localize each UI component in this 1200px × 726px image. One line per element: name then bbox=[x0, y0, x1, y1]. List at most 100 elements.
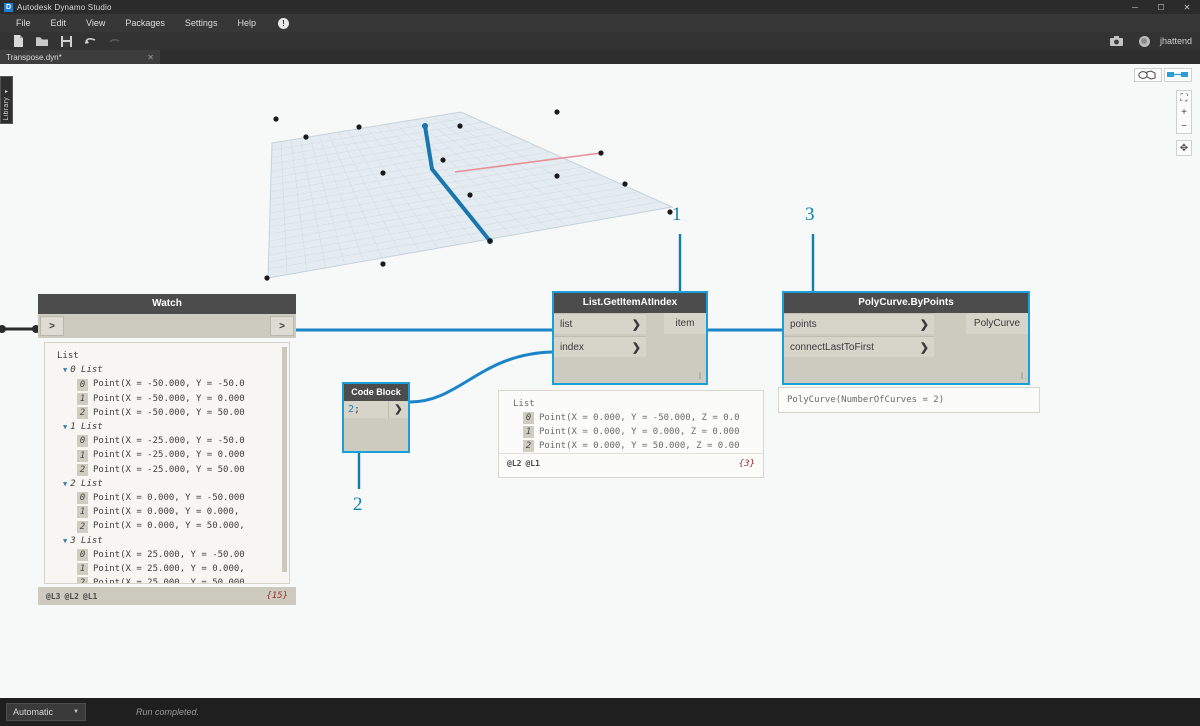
watch-group[interactable]: ▼ 0 List bbox=[53, 363, 285, 377]
preview-polycurve-text: PolyCurve(NumberOfCurves = 2) bbox=[787, 395, 945, 405]
watch-level-l2[interactable]: @L2 bbox=[64, 592, 78, 601]
pan-button[interactable]: ✥ bbox=[1176, 140, 1192, 156]
watch-group[interactable]: ▼ 2 List bbox=[53, 477, 285, 491]
zoom-fit-button[interactable]: ⛶ bbox=[1177, 91, 1191, 105]
watch-group[interactable]: ▼ 3 List bbox=[53, 534, 285, 548]
caret-down-icon[interactable]: ▼ bbox=[63, 363, 67, 377]
new-file-icon[interactable] bbox=[6, 32, 30, 50]
watch-input-port[interactable]: > bbox=[40, 316, 64, 336]
node-code-block[interactable]: Code Block 2; ❯ bbox=[342, 382, 410, 453]
menu-help[interactable]: Help bbox=[227, 14, 266, 32]
watch-list-item: 0 Point(X = -25.000, Y = -50.0 bbox=[53, 434, 285, 448]
orbit-3d-icon[interactable] bbox=[1134, 68, 1162, 82]
port-in-index[interactable]: index ❯ bbox=[554, 336, 646, 357]
zoom-out-button[interactable]: − bbox=[1177, 119, 1191, 133]
preview-level-l1[interactable]: @L1 bbox=[525, 459, 539, 468]
watch-group-label: 3 List bbox=[70, 535, 103, 546]
annotation-3: 3 bbox=[805, 204, 815, 225]
watch-item-index: 0 bbox=[77, 435, 88, 448]
node-getitem-tick: l bbox=[699, 371, 701, 381]
open-folder-icon[interactable] bbox=[30, 32, 54, 50]
watch-scrollbar[interactable] bbox=[282, 347, 287, 572]
node-watch-title: Watch bbox=[38, 294, 296, 314]
caret-down-icon[interactable]: ▼ bbox=[63, 534, 67, 548]
info-icon[interactable]: ! bbox=[277, 17, 289, 29]
graph-view-icon[interactable] bbox=[1164, 68, 1192, 82]
preview-list-bubble[interactable]: List 0 Point(X = 0.000, Y = -50.000, Z = 0… bbox=[498, 390, 764, 478]
port-in-connectlasttofirst[interactable]: connectLastToFirst ❯ bbox=[784, 336, 934, 357]
menu-edit[interactable]: Edit bbox=[41, 14, 77, 32]
watch-item-index: 1 bbox=[77, 563, 88, 576]
chevron-right-icon: ❯ bbox=[919, 318, 929, 331]
undo-icon[interactable] bbox=[78, 32, 102, 50]
port-out-polycurve[interactable]: PolyCurve bbox=[966, 313, 1028, 334]
preview-item-text: Point(X = 0.000, Y = 0.000, Z = 0.000 bbox=[539, 427, 740, 437]
chevron-right-icon: ❯ bbox=[631, 318, 641, 331]
watch-item-index: 1 bbox=[77, 449, 88, 462]
user-name[interactable]: jhattend bbox=[1160, 36, 1192, 46]
watch-list-item: 2 Point(X = 25.000, Y = 50.000 bbox=[53, 576, 285, 584]
watch-item-text: Point(X = 0.000, Y = 50.000, bbox=[93, 521, 245, 532]
watch-result-panel[interactable]: List ▼ 0 List 0 Point(X = -50.000, Y = -50.0… bbox=[44, 342, 290, 584]
menu-settings[interactable]: Settings bbox=[175, 14, 228, 32]
watch-group[interactable]: ▼ 1 List bbox=[53, 420, 285, 434]
caret-down-icon[interactable]: ▼ bbox=[63, 420, 67, 434]
maximize-button[interactable]: ☐ bbox=[1148, 0, 1174, 14]
codeblock-suffix: ; bbox=[354, 404, 361, 415]
watch-item-text: Point(X = 25.000, Y = 0.000, bbox=[93, 564, 245, 575]
close-icon[interactable]: ✕ bbox=[147, 53, 154, 62]
codeblock-code-row: 2; ❯ bbox=[344, 401, 408, 418]
run-mode-select[interactable]: Automatic ▼ bbox=[6, 703, 86, 721]
preview-item-text: Point(X = 0.000, Y = 50.000, Z = 0.00 bbox=[539, 441, 740, 451]
redo-icon[interactable] bbox=[102, 32, 126, 50]
preview-list-item: 1 Point(X = 0.000, Y = 0.000, Z = 0.000 bbox=[509, 425, 759, 439]
codeblock-output-port[interactable]: ❯ bbox=[388, 401, 408, 418]
port-out-item[interactable]: item bbox=[664, 313, 706, 334]
watch-item-count: {15} bbox=[266, 591, 288, 601]
node-watch[interactable]: Watch > > List ▼ 0 List 0 Point(X = -50.000,… bbox=[38, 294, 296, 605]
watch-item-index: 2 bbox=[77, 406, 88, 419]
avatar[interactable] bbox=[1138, 35, 1150, 47]
watch-item-text: Point(X = 25.000, Y = -50.00 bbox=[93, 549, 245, 560]
annotation-1: 1 bbox=[672, 204, 682, 225]
watch-level-l3[interactable]: @L3 bbox=[46, 592, 60, 601]
node-polycurve-body: points ❯ connectLastToFirst ❯ PolyCurve … bbox=[784, 313, 1028, 383]
watch-list-item: 1 Point(X = 0.000, Y = 0.000, bbox=[53, 505, 285, 519]
menu-packages[interactable]: Packages bbox=[115, 14, 175, 32]
chevron-right-icon: ▸ bbox=[4, 88, 8, 95]
watch-output-port[interactable]: > bbox=[270, 316, 294, 336]
preview-polycurve-bubble[interactable]: PolyCurve(NumberOfCurves = 2) bbox=[778, 387, 1040, 413]
watch-item-text: Point(X = 0.000, Y = 0.000, bbox=[93, 507, 240, 518]
menu-view[interactable]: View bbox=[76, 14, 115, 32]
watch-level-l1[interactable]: @L1 bbox=[83, 592, 97, 601]
node-list-getitematindex[interactable]: List.GetItemAtIndex list ❯ index ❯ item … bbox=[552, 291, 708, 385]
watch-group-label: 2 List bbox=[70, 478, 103, 489]
watch-footer: @L3 @L2 @L1 {15} bbox=[38, 587, 296, 605]
menu-file[interactable]: File bbox=[6, 14, 41, 32]
watch-item-index: 1 bbox=[77, 506, 88, 519]
node-polycurve-bypoints[interactable]: PolyCurve.ByPoints points ❯ connectLastT… bbox=[782, 291, 1030, 385]
minimize-button[interactable]: ─ bbox=[1122, 0, 1148, 14]
preview-level-l2[interactable]: @L2 bbox=[507, 459, 521, 468]
menu-bar: File Edit View Packages Settings Help ! bbox=[0, 14, 1200, 32]
graph-canvas[interactable]: ▸ Library ⛶ + − ✥ 1 3 2 Watch > > List ▼… bbox=[0, 64, 1200, 698]
port-in-list-label: list bbox=[560, 318, 573, 330]
watch-item-text: Point(X = 25.000, Y = 50.000 bbox=[93, 578, 245, 584]
close-button[interactable]: ✕ bbox=[1174, 0, 1200, 14]
watch-item-text: Point(X = -50.000, Y = 0.000 bbox=[93, 393, 245, 404]
port-in-list[interactable]: list ❯ bbox=[554, 313, 646, 334]
preview-list-item: 0 Point(X = 0.000, Y = -50.000, Z = 0.0 bbox=[509, 411, 759, 425]
zoom-in-button[interactable]: + bbox=[1177, 105, 1191, 119]
port-in-points[interactable]: points ❯ bbox=[784, 313, 934, 334]
caret-down-icon[interactable]: ▼ bbox=[63, 477, 67, 491]
toolbar-right-group: jhattend bbox=[1105, 32, 1200, 50]
tab-label: Transpose.dyn* bbox=[6, 52, 62, 62]
library-panel-tab[interactable]: ▸ Library bbox=[0, 76, 13, 124]
codeblock-input[interactable]: 2; bbox=[344, 401, 388, 418]
watch-list-item: 2 Point(X = 0.000, Y = 50.000, bbox=[53, 519, 285, 533]
node-polycurve-tick: l bbox=[1021, 371, 1023, 381]
camera-icon[interactable] bbox=[1105, 32, 1129, 50]
tab-transpose-dyn[interactable]: Transpose.dyn* ✕ bbox=[0, 50, 160, 64]
watch-list-content: List ▼ 0 List 0 Point(X = -50.000, Y = -50.0… bbox=[45, 343, 289, 584]
save-icon[interactable] bbox=[54, 32, 78, 50]
